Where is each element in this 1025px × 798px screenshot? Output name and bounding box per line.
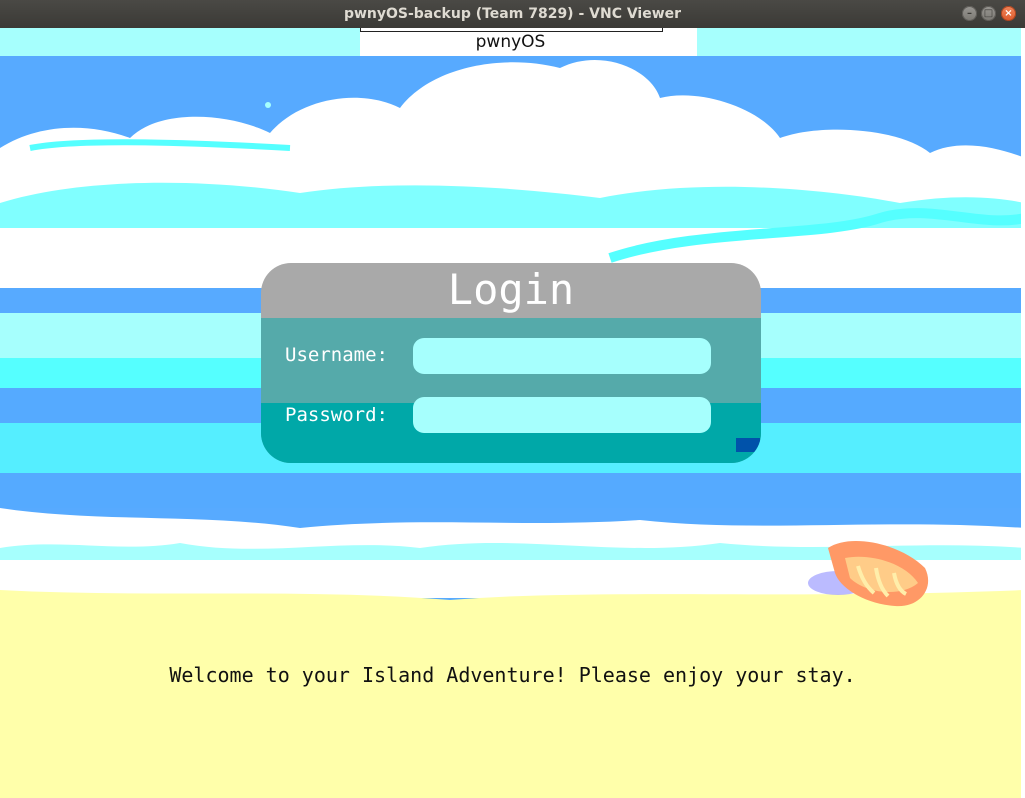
vnc-top-strip-left <box>0 28 360 56</box>
password-input[interactable] <box>413 397 711 433</box>
viewport-right-edge <box>1021 28 1025 798</box>
vnc-top-strip-right <box>697 28 1025 56</box>
password-label: Password: <box>285 404 388 426</box>
username-input[interactable] <box>413 338 711 374</box>
window-title: pwnyOS-backup (Team 7829) - VNC Viewer <box>343 6 682 22</box>
username-label: Username: <box>285 344 388 366</box>
maximize-button[interactable]: □ <box>981 6 996 21</box>
login-corner-marker <box>736 438 760 452</box>
vnc-tab-label[interactable]: pwnyOS <box>360 32 661 52</box>
minimize-button[interactable]: – <box>962 6 977 21</box>
login-panel: Login Username: Password: <box>261 263 761 463</box>
vnc-viewport[interactable]: pwnyOS Login Username: Password: Welcome… <box>0 28 1025 798</box>
login-title: Login <box>447 265 575 314</box>
welcome-message: Welcome to your Island Adventure! Please… <box>169 663 856 687</box>
close-button[interactable]: × <box>1001 6 1016 21</box>
window-titlebar: pwnyOS-backup (Team 7829) - VNC Viewer –… <box>0 0 1025 29</box>
